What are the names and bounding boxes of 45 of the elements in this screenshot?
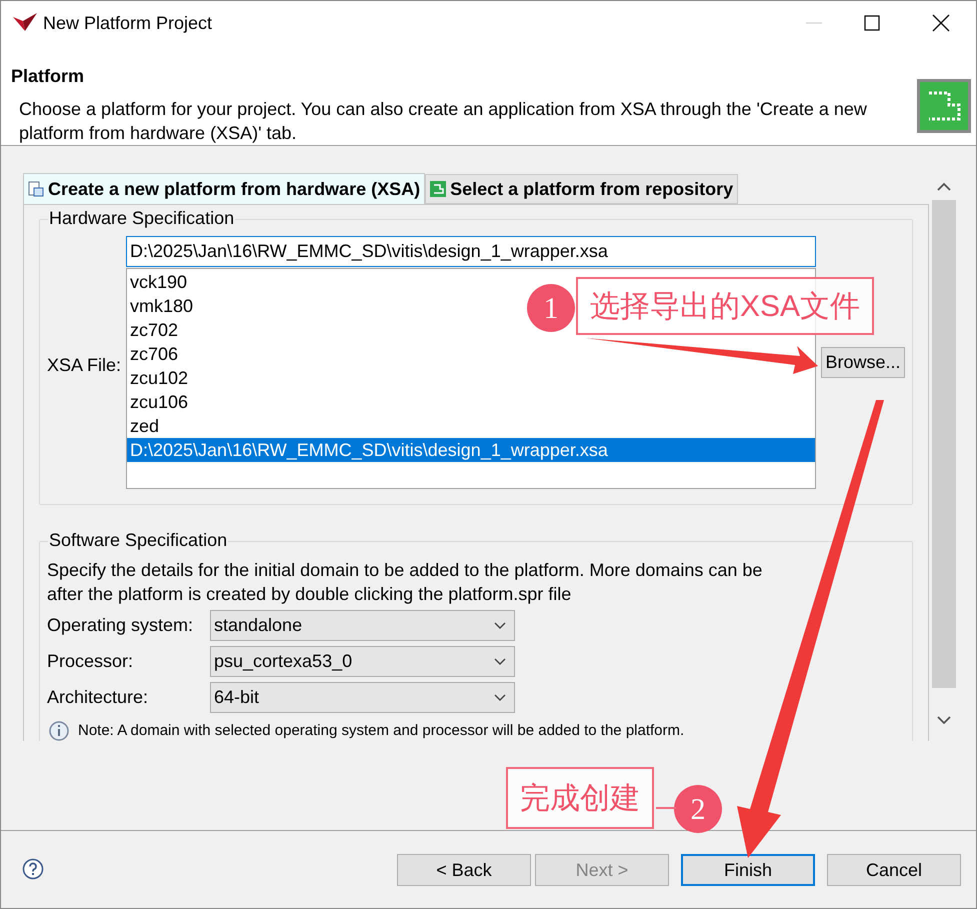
dialog-button[interactable]: Cancel <box>827 854 961 886</box>
xsa-file-label: XSA File: <box>47 354 122 377</box>
scrollbar-thumb[interactable] <box>932 200 956 688</box>
callout-label: 选择导出的XSA文件 <box>576 277 874 335</box>
platform-icon <box>430 181 446 197</box>
window-title: New Platform Project <box>43 12 212 35</box>
group-legend: Hardware Specification <box>48 208 236 228</box>
chevron-down-icon <box>494 694 506 702</box>
dialog-button[interactable]: < Back <box>397 854 531 886</box>
list-item[interactable]: D:\2025\Jan\16\RW_EMMC_SD\vitis\design_1_wrapper.xsa <box>127 438 815 462</box>
tab[interactable]: Select a platform from repository <box>425 174 738 204</box>
list-item[interactable]: vck190 <box>127 270 190 294</box>
software-description: Specify the details for the initial domain to be added to the platform. More domains can be after the platform is created by double clicking the platform.spr file <box>47 559 764 606</box>
list-item[interactable]: zcu106 <box>127 390 192 414</box>
group-legend: Software Specification <box>48 530 228 550</box>
list-item[interactable]: zed <box>127 414 162 438</box>
app-logo-icon <box>13 13 37 33</box>
list-item[interactable]: zc702 <box>127 318 182 342</box>
field-label: Processor: <box>47 650 134 673</box>
tab[interactable]: Create a new platform from hardware (XSA) <box>23 173 426 204</box>
dropdown[interactable]: psu_cortexa53_0 <box>210 646 515 677</box>
list-item[interactable]: zcu102 <box>127 366 192 390</box>
field-label: Operating system: <box>47 614 194 637</box>
leader-line <box>656 807 676 809</box>
list-item[interactable]: zc706 <box>127 342 182 366</box>
callout-label: 完成创建 <box>506 767 654 829</box>
xsa-file-input[interactable]: D:\2025\Jan\16\RW_EMMC_SD\vitis\design_1_wrapper.xsa <box>126 236 816 267</box>
scroll-up-icon[interactable] <box>937 182 951 192</box>
field-label: Architecture: <box>47 686 150 709</box>
maximize-icon[interactable] <box>864 15 880 31</box>
page-title: Platform <box>11 65 84 88</box>
browse-button[interactable]: Browse... <box>821 347 905 378</box>
document-icon <box>28 181 44 197</box>
close-icon[interactable] <box>932 14 950 32</box>
dialog-button[interactable]: Finish <box>681 854 815 886</box>
help-icon[interactable] <box>22 858 44 880</box>
note-text: Note: A domain with selected operating system and processor will be added to the platform. <box>78 721 684 741</box>
chevron-down-icon <box>494 658 506 666</box>
page-description: Choose a platform for your project. You can also create an application from XSA through the 'Create a new platform from hardware (XSA)' tab. <box>19 98 868 145</box>
scroll-down-icon[interactable] <box>937 715 951 725</box>
dropdown[interactable]: 64-bit <box>210 682 515 713</box>
chevron-down-icon <box>494 622 506 630</box>
platform-banner-icon <box>917 79 971 133</box>
dropdown[interactable]: standalone <box>210 610 515 641</box>
list-item[interactable]: vmk180 <box>127 294 196 318</box>
